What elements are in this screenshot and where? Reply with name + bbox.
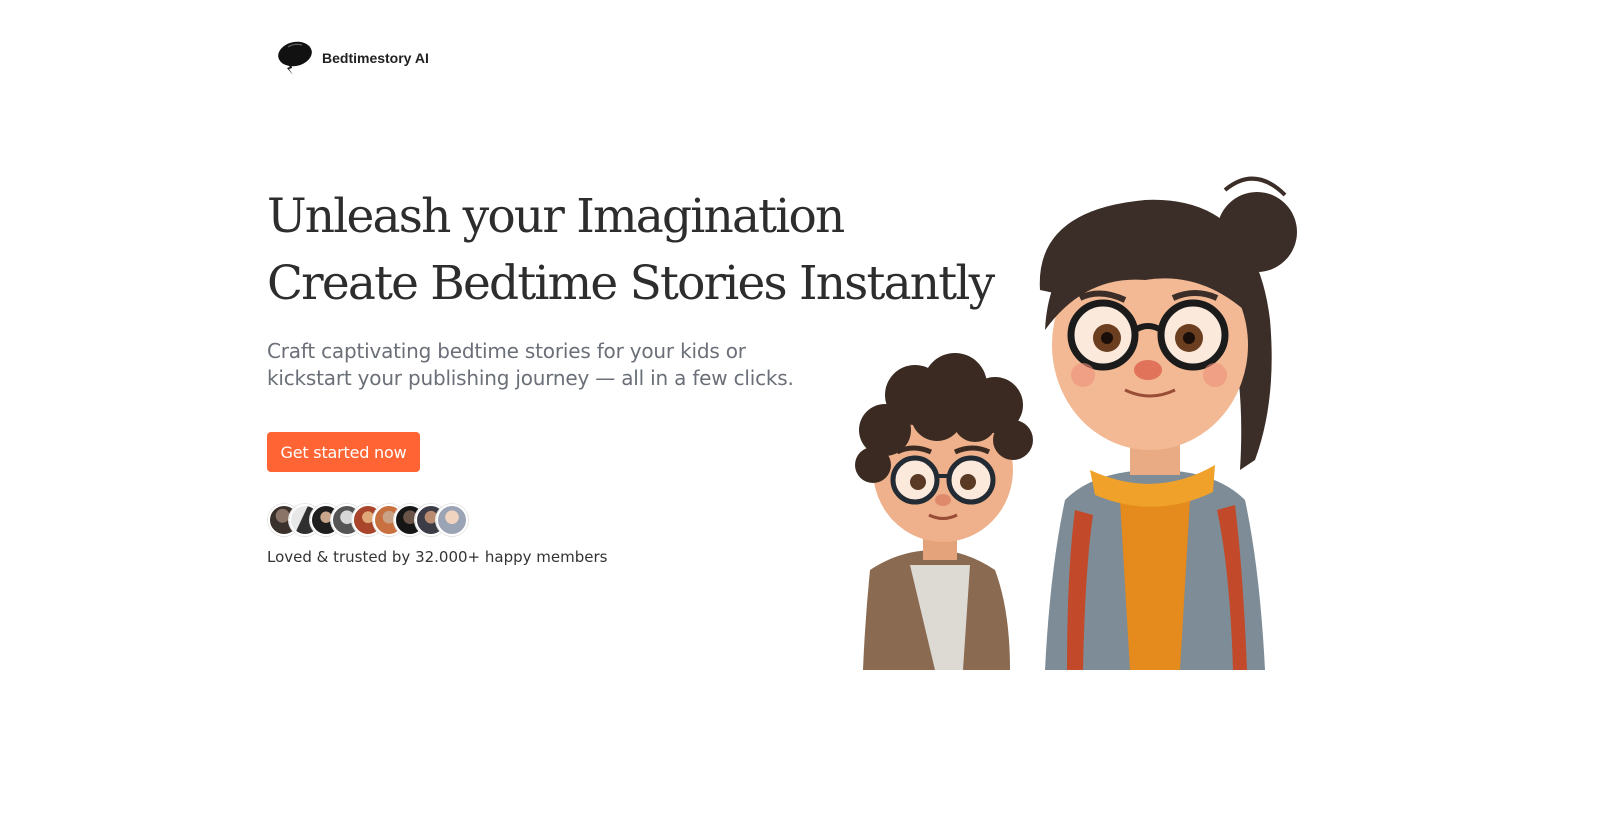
avatar (436, 504, 468, 536)
speech-bubble-icon (278, 41, 312, 75)
brand-logo-link[interactable]: Bedtimestory AI (274, 38, 429, 78)
trust-text: Loved & trusted by 32.000+ happy members (267, 548, 608, 566)
get-started-button[interactable]: Get started now (267, 432, 420, 472)
brand-name: Bedtimestory AI (322, 50, 429, 66)
member-avatars (268, 504, 468, 536)
children-illustration (855, 176, 1297, 670)
hero-subtitle: Craft captivating bedtime stories for yo… (267, 339, 794, 390)
